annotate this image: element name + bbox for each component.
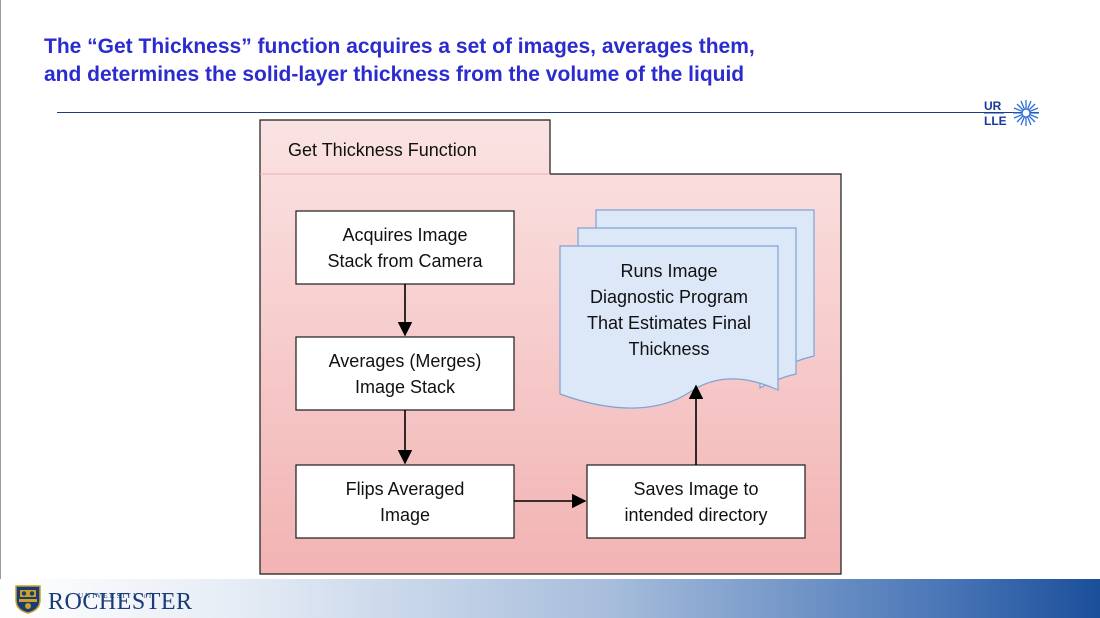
node-save-line-1: Saves Image to xyxy=(633,478,759,499)
node-save-label: Saves Image to intended directory xyxy=(587,465,805,538)
rochester-shield-icon xyxy=(15,585,41,614)
rochester-wordmark: UNIVERSITY of ROCHESTER xyxy=(48,590,193,614)
node-diagnostic-line-1: Runs Image xyxy=(620,261,718,281)
flow-diagram: Get Thickness Function xyxy=(259,119,842,575)
node-average-line-2: Image Stack xyxy=(354,376,456,397)
university-of-rochester-logo: UNIVERSITY of ROCHESTER xyxy=(14,584,193,614)
node-acquire-label: Acquires Image Stack from Camera xyxy=(296,211,514,284)
node-diagnostic-line-3: That Estimates Final xyxy=(586,313,752,333)
node-average-label: Averages (Merges) Image Stack xyxy=(296,337,514,410)
node-diagnostic-line-2: Diagnostic Program xyxy=(589,287,749,307)
node-save-line-2: intended directory xyxy=(624,504,768,525)
node-flip-line-1: Flips Averaged xyxy=(345,478,465,499)
node-diagnostic-line-4: Thickness xyxy=(628,339,710,359)
node-acquire-line-1: Acquires Image xyxy=(342,224,468,245)
node-average-line-1: Averages (Merges) xyxy=(328,350,482,371)
node-flip-label: Flips Averaged Image xyxy=(296,465,514,538)
node-acquire-line-2: Stack from Camera xyxy=(327,250,483,271)
node-flip-line-2: Image xyxy=(379,504,431,525)
container-label: Get Thickness Function xyxy=(288,140,477,160)
university-of-text: UNIVERSITY of xyxy=(78,592,154,600)
node-diagnostic-label: Runs Image Diagnostic Program That Estim… xyxy=(560,258,778,362)
